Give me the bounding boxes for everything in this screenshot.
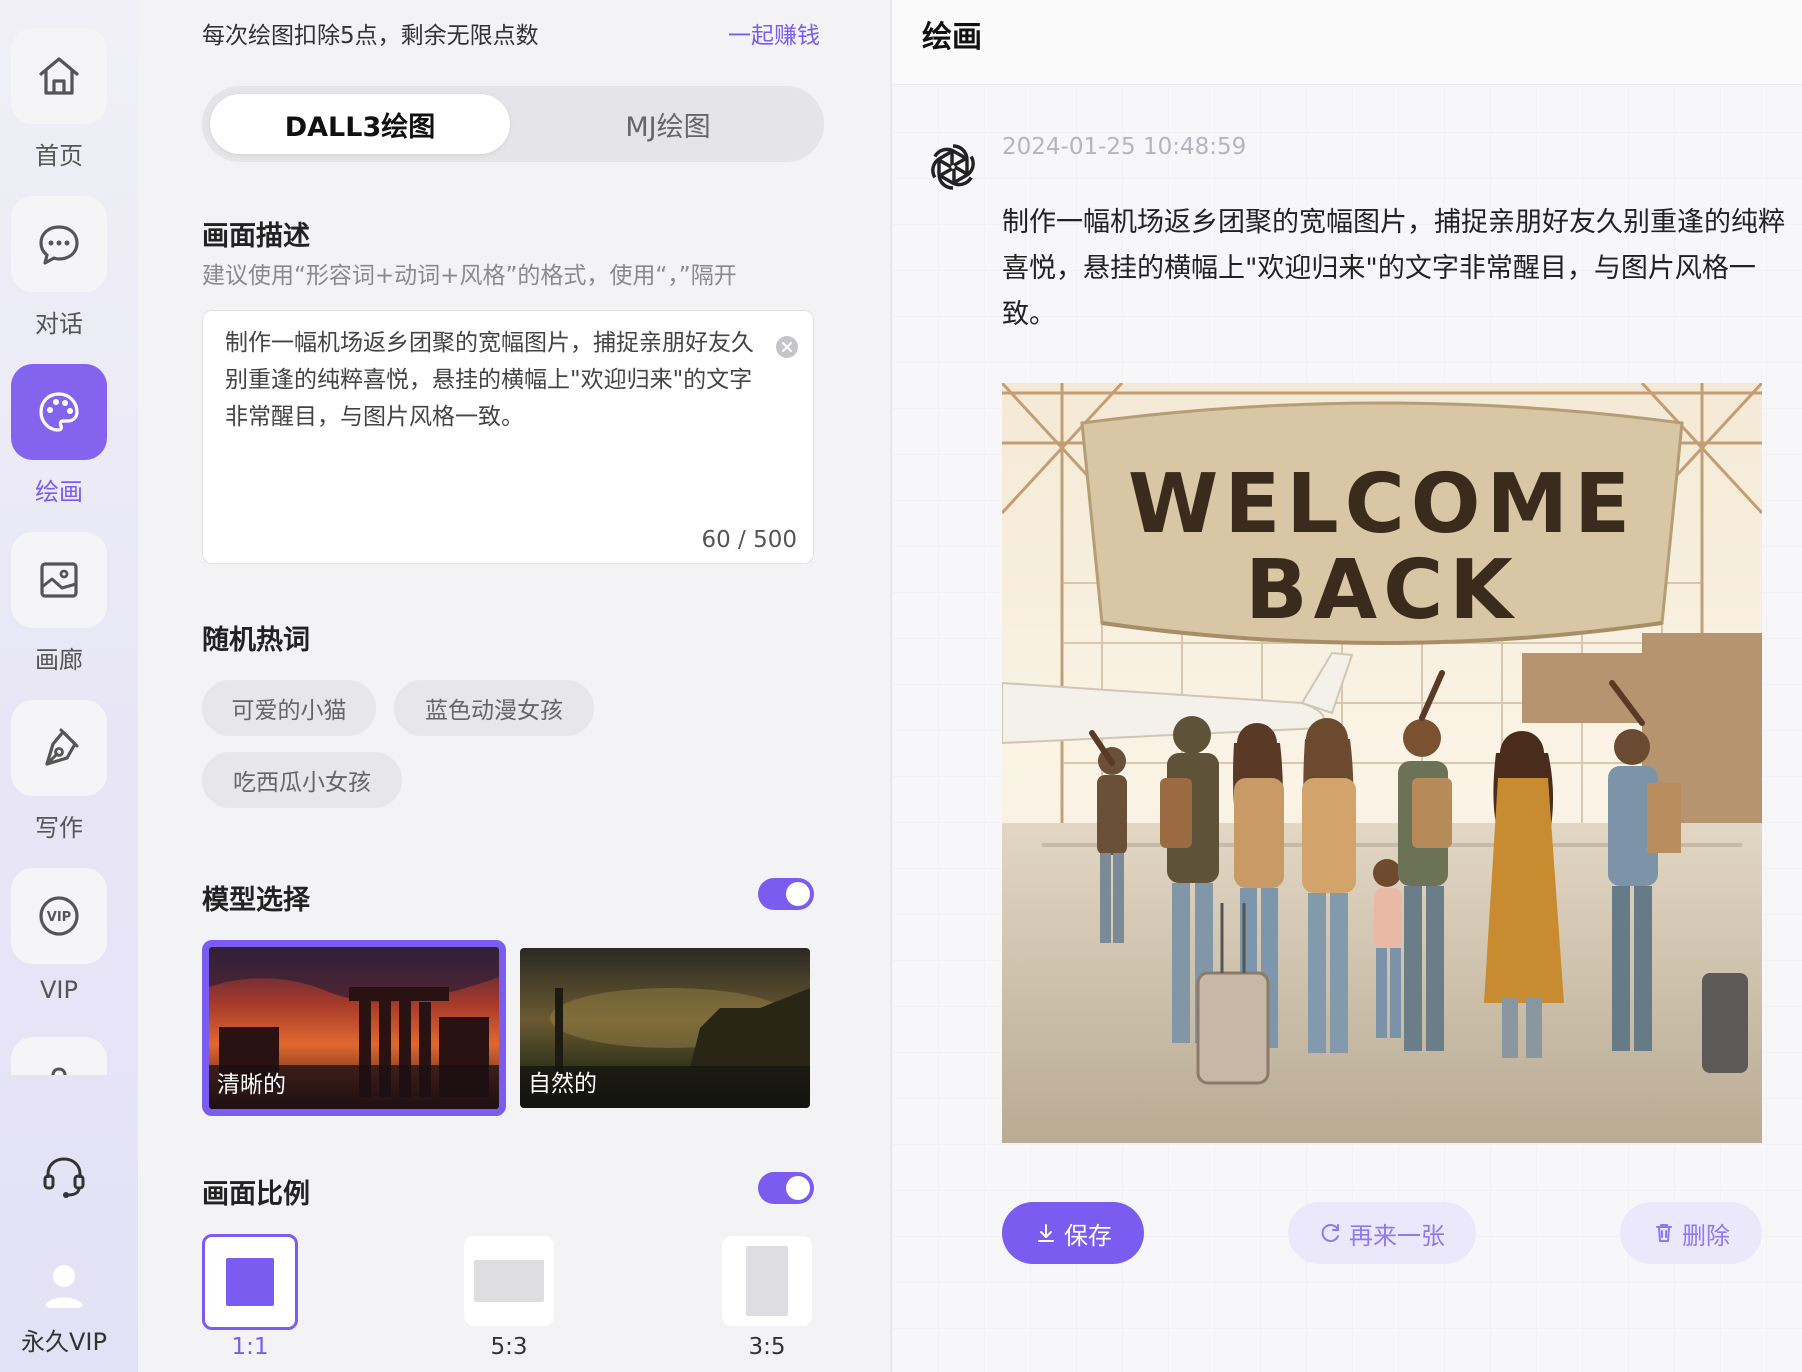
earn-link[interactable]: 一起赚钱 bbox=[728, 16, 820, 50]
mode-switch: DALL3绘图 MJ绘图 bbox=[202, 86, 824, 162]
chat-icon bbox=[39, 225, 79, 265]
ratio-label: 1:1 bbox=[231, 1334, 269, 1360]
ratio-label: 3:5 bbox=[748, 1334, 786, 1360]
save-button-label: 保存 bbox=[1064, 1221, 1112, 1250]
message-timestamp: 2024-01-25 10:48:59 bbox=[1002, 134, 1247, 160]
char-counter: 60 / 500 bbox=[701, 527, 797, 553]
ratio-shape bbox=[746, 1246, 788, 1316]
gallery-icon bbox=[40, 562, 78, 598]
regenerate-button-label: 再来一张 bbox=[1349, 1221, 1445, 1250]
save-button[interactable]: 保存 bbox=[1002, 1202, 1144, 1264]
nav-tile bbox=[11, 196, 107, 292]
description-textarea[interactable]: 制作一幅机场返乡团聚的宽幅图片，捕捉亲朋好友久别重逢的纯粹喜悦，悬挂的横幅上"欢… bbox=[202, 310, 814, 564]
description-hint: 建议使用“形容词+动词+风格”的格式，使用“，”隔开 bbox=[202, 263, 737, 289]
main-header: 绘画 bbox=[892, 0, 1802, 85]
download-icon bbox=[1038, 1224, 1054, 1242]
generated-image[interactable]: WELCOME BACK bbox=[1002, 383, 1762, 1143]
more-icon bbox=[51, 1067, 67, 1075]
ratio-option-3-5[interactable] bbox=[722, 1236, 812, 1326]
sidebar-item-label: 对话 bbox=[35, 310, 83, 338]
nav-tile bbox=[11, 364, 107, 460]
points-notice: 每次绘图扣除5点，剩余无限点数 bbox=[202, 23, 539, 49]
user-label[interactable]: 永久VIP bbox=[0, 1322, 128, 1357]
model-option-label: 自然的 bbox=[528, 1071, 597, 1097]
sidebar-item-label: 首页 bbox=[35, 142, 83, 170]
hot-word-chip[interactable]: 可爱的小猫 bbox=[202, 680, 376, 736]
ratio-shape bbox=[226, 1258, 274, 1306]
sidebar-item-label: 画廊 bbox=[35, 646, 83, 674]
sidebar-item-gallery[interactable]: 画廊 bbox=[11, 532, 107, 675]
headset-icon[interactable] bbox=[38, 1150, 90, 1202]
svg-text:VIP: VIP bbox=[47, 910, 71, 925]
hot-words-title: 随机热词 bbox=[202, 625, 310, 656]
sidebar-item-chat[interactable]: 对话 bbox=[11, 196, 107, 339]
nav-tile bbox=[11, 28, 107, 124]
palette-icon bbox=[39, 392, 79, 432]
sidebar-item-more[interactable] bbox=[11, 1037, 107, 1075]
sidebar: 首页 对话 绘画 画廊 写作 VIP VIP 永久VIP bbox=[0, 0, 138, 1372]
trash-icon bbox=[1656, 1224, 1672, 1242]
toggle-knob bbox=[786, 1176, 810, 1200]
user-avatar-icon[interactable] bbox=[34, 1252, 94, 1312]
nav-tile: VIP bbox=[11, 868, 107, 964]
ratio-title: 画面比例 bbox=[202, 1179, 310, 1210]
model-option-natural[interactable]: 自然的 bbox=[520, 948, 810, 1108]
message-prompt: 制作一幅机场返乡团聚的宽幅图片，捕捉亲朋好友久别重逢的纯粹喜悦，悬挂的横幅上"欢… bbox=[1002, 207, 1785, 330]
sidebar-item-draw[interactable]: 绘画 bbox=[11, 364, 107, 507]
pen-icon bbox=[45, 728, 79, 766]
model-option-label: 清晰的 bbox=[217, 1072, 286, 1098]
banner-text-line2: BACK bbox=[1245, 543, 1519, 638]
ratio-label: 5:3 bbox=[490, 1334, 528, 1360]
description-title: 画面描述 bbox=[202, 221, 310, 252]
toggle-knob bbox=[786, 882, 810, 906]
settings-panel: 每次绘图扣除5点，剩余无限点数 一起赚钱 DALL3绘图 MJ绘图 画面描述 建… bbox=[138, 0, 890, 1372]
ratio-toggle[interactable] bbox=[758, 1172, 814, 1204]
sidebar-item-home[interactable]: 首页 bbox=[11, 28, 107, 171]
page-title: 绘画 bbox=[922, 20, 982, 55]
delete-button[interactable]: 删除 bbox=[1620, 1202, 1762, 1264]
openai-logo-icon bbox=[931, 144, 975, 190]
sidebar-item-write[interactable]: 写作 bbox=[11, 700, 107, 843]
model-title: 模型选择 bbox=[202, 885, 310, 916]
sidebar-item-label: 绘画 bbox=[35, 478, 83, 506]
ratio-option-1-1[interactable] bbox=[202, 1234, 298, 1330]
hot-word-chip[interactable]: 蓝色动漫女孩 bbox=[394, 680, 594, 736]
tab-dall3[interactable]: DALL3绘图 bbox=[210, 94, 510, 154]
main-area: 绘画 2024-01-25 10:48:59 制作一幅机场返乡团聚的宽幅图片，捕… bbox=[892, 0, 1802, 1372]
tab-mj[interactable]: MJ绘图 bbox=[520, 94, 816, 154]
ratio-shape bbox=[474, 1260, 544, 1302]
description-text[interactable]: 制作一幅机场返乡团聚的宽幅图片，捕捉亲朋好友久别重逢的纯粹喜悦，悬挂的横幅上"欢… bbox=[225, 325, 755, 436]
refresh-icon bbox=[1321, 1224, 1339, 1242]
sidebar-item-vip[interactable]: VIP VIP bbox=[11, 868, 107, 1004]
nav-tile bbox=[11, 700, 107, 796]
delete-button-label: 删除 bbox=[1682, 1221, 1730, 1250]
home-icon bbox=[39, 57, 79, 95]
regenerate-button[interactable]: 再来一张 bbox=[1288, 1202, 1476, 1264]
clear-icon[interactable] bbox=[775, 335, 799, 359]
model-option-clear[interactable]: 清晰的 bbox=[202, 940, 506, 1116]
sidebar-item-label: VIP bbox=[40, 976, 78, 1004]
nav-tile bbox=[11, 532, 107, 628]
vip-icon: VIP bbox=[39, 896, 79, 936]
sidebar-item-label: 写作 bbox=[35, 814, 83, 842]
ratio-option-5-3[interactable] bbox=[464, 1236, 554, 1326]
hot-word-chip[interactable]: 吃西瓜小女孩 bbox=[202, 752, 402, 808]
banner-text-line1: WELCOME bbox=[1127, 457, 1637, 552]
model-toggle[interactable] bbox=[758, 878, 814, 910]
